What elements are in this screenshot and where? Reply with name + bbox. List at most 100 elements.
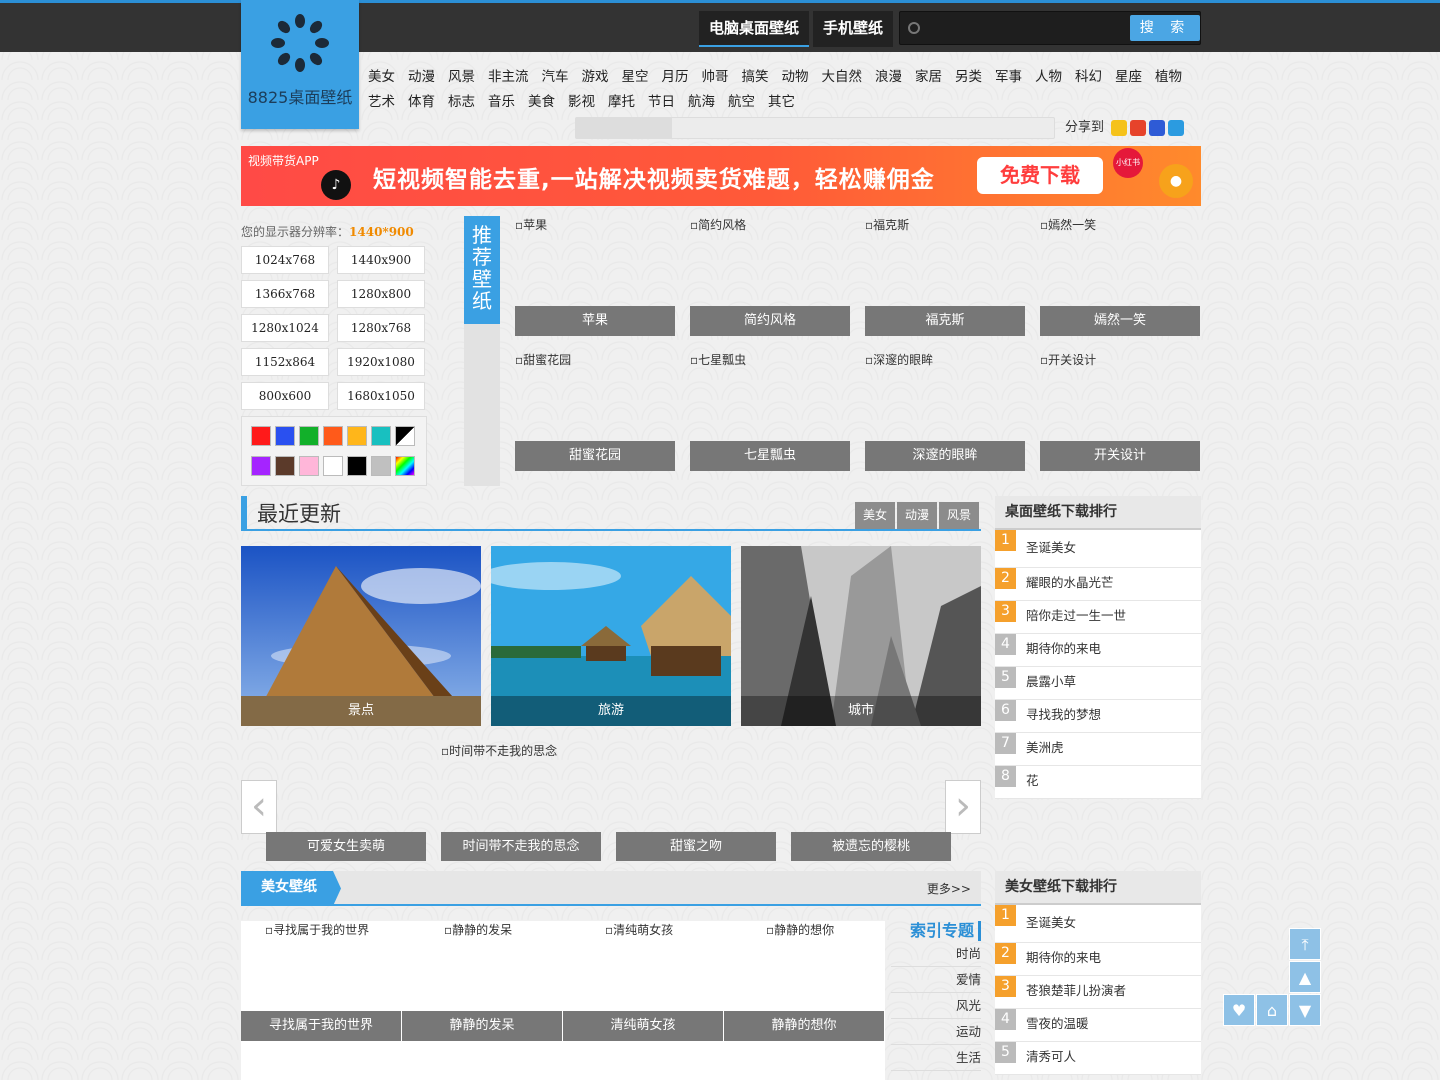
rank-item[interactable]: 2 期待你的来电 <box>995 943 1201 976</box>
rank-item[interactable]: 4 雪夜的温暖 <box>995 1009 1201 1042</box>
color-swatch[interactable] <box>395 426 415 446</box>
nav-item[interactable]: 浪漫 <box>875 69 902 85</box>
baidu-icon[interactable] <box>1149 119 1166 136</box>
recommend-item[interactable]: ▫嫣然一笑 嫣然一笑 <box>1040 216 1200 336</box>
color-swatch[interactable] <box>371 426 391 446</box>
color-swatch[interactable] <box>275 456 295 476</box>
index-item[interactable]: 风光 <box>891 993 981 1019</box>
nav-item[interactable]: 帅哥 <box>702 69 729 85</box>
res-option[interactable]: 1152x864 <box>241 348 329 376</box>
rank-item[interactable]: 8花 <box>995 766 1201 799</box>
slide-caption[interactable]: 可爱女生卖萌 <box>266 832 426 861</box>
nav-item[interactable]: 另类 <box>955 69 982 85</box>
slide-next-arrow[interactable]: › <box>945 780 981 834</box>
qzone-icon[interactable] <box>1111 119 1128 136</box>
slide-prev-arrow[interactable]: ‹ <box>241 780 277 834</box>
index-item[interactable]: 时尚 <box>891 941 981 967</box>
photo-travel[interactable]: 旅游 <box>491 546 731 726</box>
color-swatch[interactable] <box>323 426 343 446</box>
res-option[interactable]: 1366x768 <box>241 280 329 308</box>
photo-city[interactable]: 城市 <box>741 546 981 726</box>
color-swatch[interactable] <box>251 426 271 446</box>
res-option[interactable]: 1280x1024 <box>241 314 329 342</box>
recommend-item[interactable]: ▫苹果 苹果 <box>515 216 675 336</box>
up-icon[interactable]: ▲ <box>1289 961 1321 993</box>
more-link[interactable]: 更多>> <box>927 880 971 897</box>
down-icon[interactable]: ▼ <box>1289 994 1321 1026</box>
recent-tab-anime[interactable]: 动漫 <box>897 502 938 529</box>
color-swatch[interactable] <box>323 456 343 476</box>
nav-item[interactable]: 军事 <box>995 69 1022 85</box>
recent-tab-scenery[interactable]: 风景 <box>939 502 980 529</box>
color-swatch[interactable] <box>251 456 271 476</box>
nav-item[interactable]: 节日 <box>648 94 675 110</box>
nav-item[interactable]: 月历 <box>662 69 689 85</box>
beauty-caption[interactable]: 清纯萌女孩 <box>563 1011 723 1041</box>
heart-icon[interactable]: ♥ <box>1223 994 1255 1026</box>
nav-item[interactable]: 标志 <box>448 94 475 110</box>
recent-tab-beauty[interactable]: 美女 <box>855 502 896 529</box>
nav-item[interactable]: 美女 <box>368 69 395 85</box>
ad-banner[interactable]: 视频带货APP ♪ 短视频智能去重,一站解决视频卖货难题，轻松赚佣金 免费下载 … <box>241 146 1201 206</box>
weibo-icon[interactable] <box>1130 119 1147 136</box>
color-swatch[interactable] <box>347 426 367 446</box>
rank-item[interactable]: 3 陪你走过一生一世 <box>995 601 1201 634</box>
slide-caption[interactable]: 甜蜜之吻 <box>616 832 776 861</box>
color-swatch[interactable] <box>347 456 367 476</box>
pengyou-icon[interactable] <box>1168 119 1185 136</box>
nav-item[interactable]: 家居 <box>915 69 942 85</box>
index-item[interactable]: 爱情 <box>891 967 981 993</box>
rank-item[interactable]: 1 圣诞美女 <box>995 530 1201 568</box>
res-option[interactable]: 1024x768 <box>241 246 329 274</box>
color-swatch[interactable] <box>371 456 391 476</box>
photo-pyramid[interactable]: 景点 <box>241 546 481 726</box>
nav-item[interactable]: 动物 <box>782 69 809 85</box>
site-logo[interactable]: 8825桌面壁纸 <box>241 0 359 129</box>
recommend-item[interactable]: ▫开关设计 开关设计 <box>1040 351 1200 471</box>
res-option[interactable]: 1440x900 <box>337 246 425 274</box>
nav-item[interactable]: 人物 <box>1035 69 1062 85</box>
recommend-item[interactable]: ▫甜蜜花园 甜蜜花园 <box>515 351 675 471</box>
search-input[interactable] <box>926 16 1126 40</box>
beauty-caption[interactable]: 寻找属于我的世界 <box>241 1011 401 1041</box>
color-swatch[interactable] <box>395 456 415 476</box>
color-swatch[interactable] <box>275 426 295 446</box>
search-button[interactable]: 搜 索 <box>1130 15 1200 41</box>
nav-item[interactable]: 植物 <box>1155 69 1182 85</box>
slide-caption[interactable]: 被遗忘的樱桃 <box>791 832 951 861</box>
nav-item[interactable]: 科幻 <box>1075 69 1102 85</box>
rank-item[interactable]: 1 圣诞美女 <box>995 905 1201 943</box>
top-icon[interactable]: ⤒ <box>1289 928 1321 960</box>
nav-item[interactable]: 星座 <box>1115 69 1142 85</box>
res-option[interactable]: 1680x1050 <box>337 382 425 410</box>
beauty-caption[interactable]: 静静的发呆 <box>402 1011 562 1041</box>
rank-item[interactable]: 7 美洲虎 <box>995 733 1201 766</box>
rank-item[interactable]: 5 晨露小草 <box>995 667 1201 700</box>
tab-mobile-wallpaper[interactable]: 手机壁纸 <box>813 11 894 47</box>
nav-item[interactable]: 游戏 <box>582 69 609 85</box>
rank-item[interactable]: 5 清秀可人 <box>995 1042 1201 1075</box>
recommend-item[interactable]: ▫深邃的眼眸 深邃的眼眸 <box>865 351 1025 471</box>
res-option[interactable]: 1280x800 <box>337 280 425 308</box>
nav-item[interactable]: 艺术 <box>368 94 395 110</box>
beauty-image-alt[interactable]: ▫静静的发呆 <box>444 921 512 938</box>
nav-item[interactable]: 大自然 <box>822 69 863 85</box>
beauty-image-alt[interactable]: ▫清纯萌女孩 <box>605 921 673 938</box>
home-icon[interactable]: ⌂ <box>1256 994 1288 1026</box>
nav-item[interactable]: 摩托 <box>608 94 635 110</box>
beauty-caption[interactable]: 静静的想你 <box>724 1011 884 1041</box>
nav-item[interactable]: 音乐 <box>488 94 515 110</box>
color-swatch[interactable] <box>299 426 319 446</box>
rank-item[interactable]: 6 寻找我的梦想 <box>995 700 1201 733</box>
res-option[interactable]: 800x600 <box>241 382 329 410</box>
index-item[interactable]: 运动 <box>891 1019 981 1045</box>
download-button[interactable]: 免费下载 <box>977 157 1103 194</box>
nav-item[interactable]: 影视 <box>568 94 595 110</box>
recommend-item[interactable]: ▫福克斯 福克斯 <box>865 216 1025 336</box>
res-option[interactable]: 1280x768 <box>337 314 425 342</box>
nav-item[interactable]: 星空 <box>622 69 649 85</box>
nav-item[interactable]: 动漫 <box>408 69 435 85</box>
recommend-item[interactable]: ▫简约风格 简约风格 <box>690 216 850 336</box>
nav-item[interactable]: 航海 <box>688 94 715 110</box>
nav-item[interactable]: 风景 <box>448 69 475 85</box>
